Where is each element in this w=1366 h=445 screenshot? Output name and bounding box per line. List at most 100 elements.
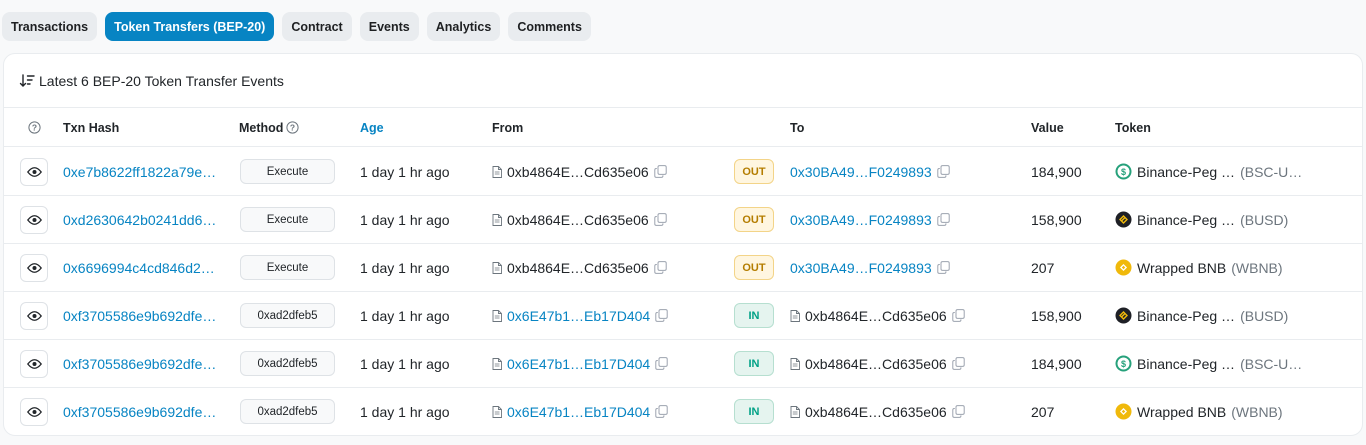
method-help-icon[interactable]: ? [286, 121, 300, 134]
busd-token-icon [1115, 307, 1132, 324]
token-name: Binance-Peg … [1137, 355, 1236, 372]
tab-transactions[interactable]: Transactions [2, 12, 98, 41]
preview-eye-button[interactable] [20, 397, 48, 426]
wbnb-token-icon [1115, 403, 1132, 420]
help-icon[interactable]: ? [28, 108, 41, 147]
table-row: 0xf3705586e9b692dfe… 0xad2dfeb5 1 day 1 … [4, 340, 1362, 388]
to-address[interactable]: 0x30BA49…F0249893 [790, 260, 932, 276]
txn-hash-link[interactable]: 0xf3705586e9b692dfe… [63, 356, 216, 372]
col-method: Method ? [239, 108, 300, 147]
age-text: 1 day 1 hr ago [360, 211, 450, 228]
to-address: 0xb4864E…Cd635e06 [805, 355, 947, 372]
token-link[interactable]: Wrapped BNB (WBNB) [1115, 403, 1283, 420]
file-icon [492, 261, 502, 274]
table-row: 0x6696994c4cd846d2… Execute 1 day 1 hr a… [4, 244, 1362, 292]
method-badge: Execute [240, 159, 335, 184]
copy-icon[interactable] [951, 405, 965, 418]
file-icon [790, 357, 800, 370]
method-badge: 0xad2dfeb5 [240, 303, 335, 328]
preview-eye-button[interactable] [20, 301, 48, 330]
tab-comments[interactable]: Comments [508, 12, 591, 41]
col-age[interactable]: Age [360, 108, 384, 147]
token-name: Wrapped BNB [1137, 403, 1227, 420]
txn-hash-link[interactable]: 0xe7b8622ff1822a79e… [63, 164, 216, 180]
eye-icon [26, 406, 42, 417]
token-link[interactable]: Binance-Peg … (BUSD) [1115, 307, 1288, 324]
token-symbol: (WBNB) [1231, 403, 1283, 420]
copy-icon[interactable] [936, 261, 950, 274]
copy-icon[interactable] [655, 309, 668, 322]
token-link[interactable]: Binance-Peg … (BUSD) [1115, 211, 1288, 228]
token-symbol: (BSC-U… [1240, 355, 1303, 372]
value-text: 158,900 [1031, 211, 1082, 228]
from-address[interactable]: 0x6E47b1…Eb17D404 [507, 308, 650, 324]
age-text: 1 day 1 hr ago [360, 403, 450, 420]
copy-icon[interactable] [936, 165, 950, 178]
txn-hash-link[interactable]: 0xf3705586e9b692dfe… [63, 404, 216, 420]
table-row: 0xf3705586e9b692dfe… 0xad2dfeb5 1 day 1 … [4, 292, 1362, 340]
direction-badge: IN [734, 351, 774, 376]
tab-events[interactable]: Events [359, 12, 419, 41]
method-badge: 0xad2dfeb5 [240, 399, 335, 424]
token-name: Binance-Peg … [1137, 163, 1236, 180]
token-link[interactable]: Wrapped BNB (WBNB) [1115, 259, 1283, 276]
svg-text:$: $ [1121, 359, 1126, 369]
txn-hash-link[interactable]: 0xd2630642b0241dd6… [63, 212, 216, 228]
to-address[interactable]: 0x30BA49…F0249893 [790, 164, 932, 180]
method-badge: Execute [240, 207, 335, 232]
copy-icon[interactable] [951, 357, 965, 370]
copy-icon[interactable] [655, 405, 668, 418]
age-text: 1 day 1 hr ago [360, 355, 450, 372]
eye-icon [26, 262, 42, 273]
token-symbol: (BSC-U… [1240, 163, 1303, 180]
tab-bar: Transactions Token Transfers (BEP-20) Co… [2, 12, 591, 41]
card-header: Latest 6 BEP-20 Token Transfer Events [4, 54, 1362, 108]
txn-hash-link[interactable]: 0xf3705586e9b692dfe… [63, 308, 216, 324]
direction-badge: OUT [734, 159, 774, 184]
col-txn-hash: Txn Hash [63, 120, 120, 135]
table-row: 0xe7b8622ff1822a79e… Execute 1 day 1 hr … [4, 148, 1362, 196]
eye-icon [26, 358, 42, 369]
method-badge: 0xad2dfeb5 [240, 351, 335, 376]
direction-badge: OUT [734, 207, 774, 232]
from-address: 0xb4864E…Cd635e06 [507, 211, 649, 228]
copy-icon[interactable] [655, 357, 668, 370]
col-token: Token [1115, 120, 1151, 135]
copy-icon[interactable] [653, 213, 667, 226]
svg-text:?: ? [32, 123, 37, 133]
tab-token-transfers[interactable]: Token Transfers (BEP-20) [105, 12, 275, 41]
txn-hash-link[interactable]: 0x6696994c4cd846d2… [63, 260, 215, 276]
file-icon [492, 213, 502, 226]
token-name: Binance-Peg … [1137, 211, 1236, 228]
file-icon [790, 405, 800, 418]
busd-token-icon [1115, 211, 1132, 228]
copy-icon[interactable] [653, 261, 667, 274]
preview-eye-button[interactable] [20, 205, 48, 234]
tab-contract[interactable]: Contract [282, 12, 352, 41]
copy-icon[interactable] [653, 165, 667, 178]
token-link[interactable]: $ Binance-Peg … (BSC-U… [1115, 355, 1302, 372]
token-link[interactable]: $ Binance-Peg … (BSC-U… [1115, 163, 1302, 180]
table-header: ? Txn Hash Method ? Age From To Value To… [4, 108, 1362, 147]
from-address: 0xb4864E…Cd635e06 [507, 163, 649, 180]
copy-icon[interactable] [951, 309, 965, 322]
table-row: 0xd2630642b0241dd6… Execute 1 day 1 hr a… [4, 196, 1362, 244]
copy-icon[interactable] [936, 213, 950, 226]
tab-analytics[interactable]: Analytics [426, 12, 501, 41]
col-to: To [790, 120, 805, 135]
from-address[interactable]: 0x6E47b1…Eb17D404 [507, 404, 650, 420]
to-address[interactable]: 0x30BA49…F0249893 [790, 212, 932, 228]
col-method-label: Method [239, 120, 284, 135]
value-text: 207 [1031, 259, 1055, 276]
token-name: Wrapped BNB [1137, 259, 1227, 276]
wbnb-token-icon [1115, 259, 1132, 276]
from-address[interactable]: 0x6E47b1…Eb17D404 [507, 356, 650, 372]
direction-badge: IN [734, 303, 774, 328]
token-symbol: (WBNB) [1231, 259, 1283, 276]
file-icon [492, 165, 502, 178]
file-icon [492, 357, 502, 370]
preview-eye-button[interactable] [20, 157, 48, 186]
table-row: 0xf3705586e9b692dfe… 0xad2dfeb5 1 day 1 … [4, 388, 1362, 435]
preview-eye-button[interactable] [20, 253, 48, 282]
preview-eye-button[interactable] [20, 349, 48, 378]
